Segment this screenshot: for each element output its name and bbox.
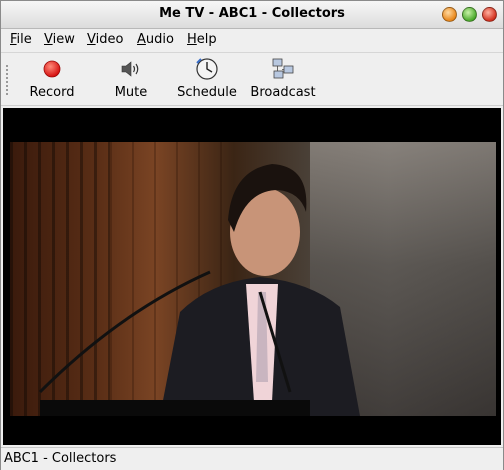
menu-view[interactable]: View — [44, 32, 75, 47]
menu-file[interactable]: File — [10, 32, 32, 47]
app-window: Me TV - ABC1 - Collectors File View Vide… — [0, 0, 504, 470]
status-text: ABC1 - Collectors — [4, 451, 117, 466]
network-icon — [270, 57, 296, 81]
menu-audio[interactable]: Audio — [137, 32, 174, 47]
window-controls — [442, 7, 497, 22]
speaker-icon — [118, 57, 144, 81]
menu-video[interactable]: Video — [87, 32, 123, 47]
schedule-button[interactable]: Schedule — [176, 57, 238, 100]
record-icon — [39, 57, 65, 81]
menu-help[interactable]: Help — [187, 32, 217, 47]
record-button[interactable]: Record — [29, 57, 75, 100]
close-button[interactable] — [482, 7, 497, 22]
minimize-button[interactable] — [442, 7, 457, 22]
toolbar-grip[interactable] — [6, 65, 8, 95]
video-frame — [10, 142, 496, 416]
video-area[interactable] — [3, 108, 501, 445]
maximize-button[interactable] — [462, 7, 477, 22]
menu-bar: File View Video Audio Help — [1, 29, 503, 53]
mute-label: Mute — [114, 85, 148, 100]
broadcast-label: Broadcast — [250, 85, 316, 100]
toolbar: Record Mute Schedule Broadcast — [1, 53, 503, 106]
speaker-figure — [38, 164, 360, 416]
mute-button[interactable]: Mute — [111, 57, 151, 100]
title-bar[interactable]: Me TV - ABC1 - Collectors — [1, 1, 503, 29]
clock-icon — [194, 57, 220, 81]
status-bar: ABC1 - Collectors — [1, 447, 503, 470]
broadcast-button[interactable]: Broadcast — [250, 57, 316, 100]
record-label: Record — [29, 85, 75, 100]
schedule-label: Schedule — [177, 85, 237, 100]
window-title: Me TV - ABC1 - Collectors — [159, 6, 345, 21]
